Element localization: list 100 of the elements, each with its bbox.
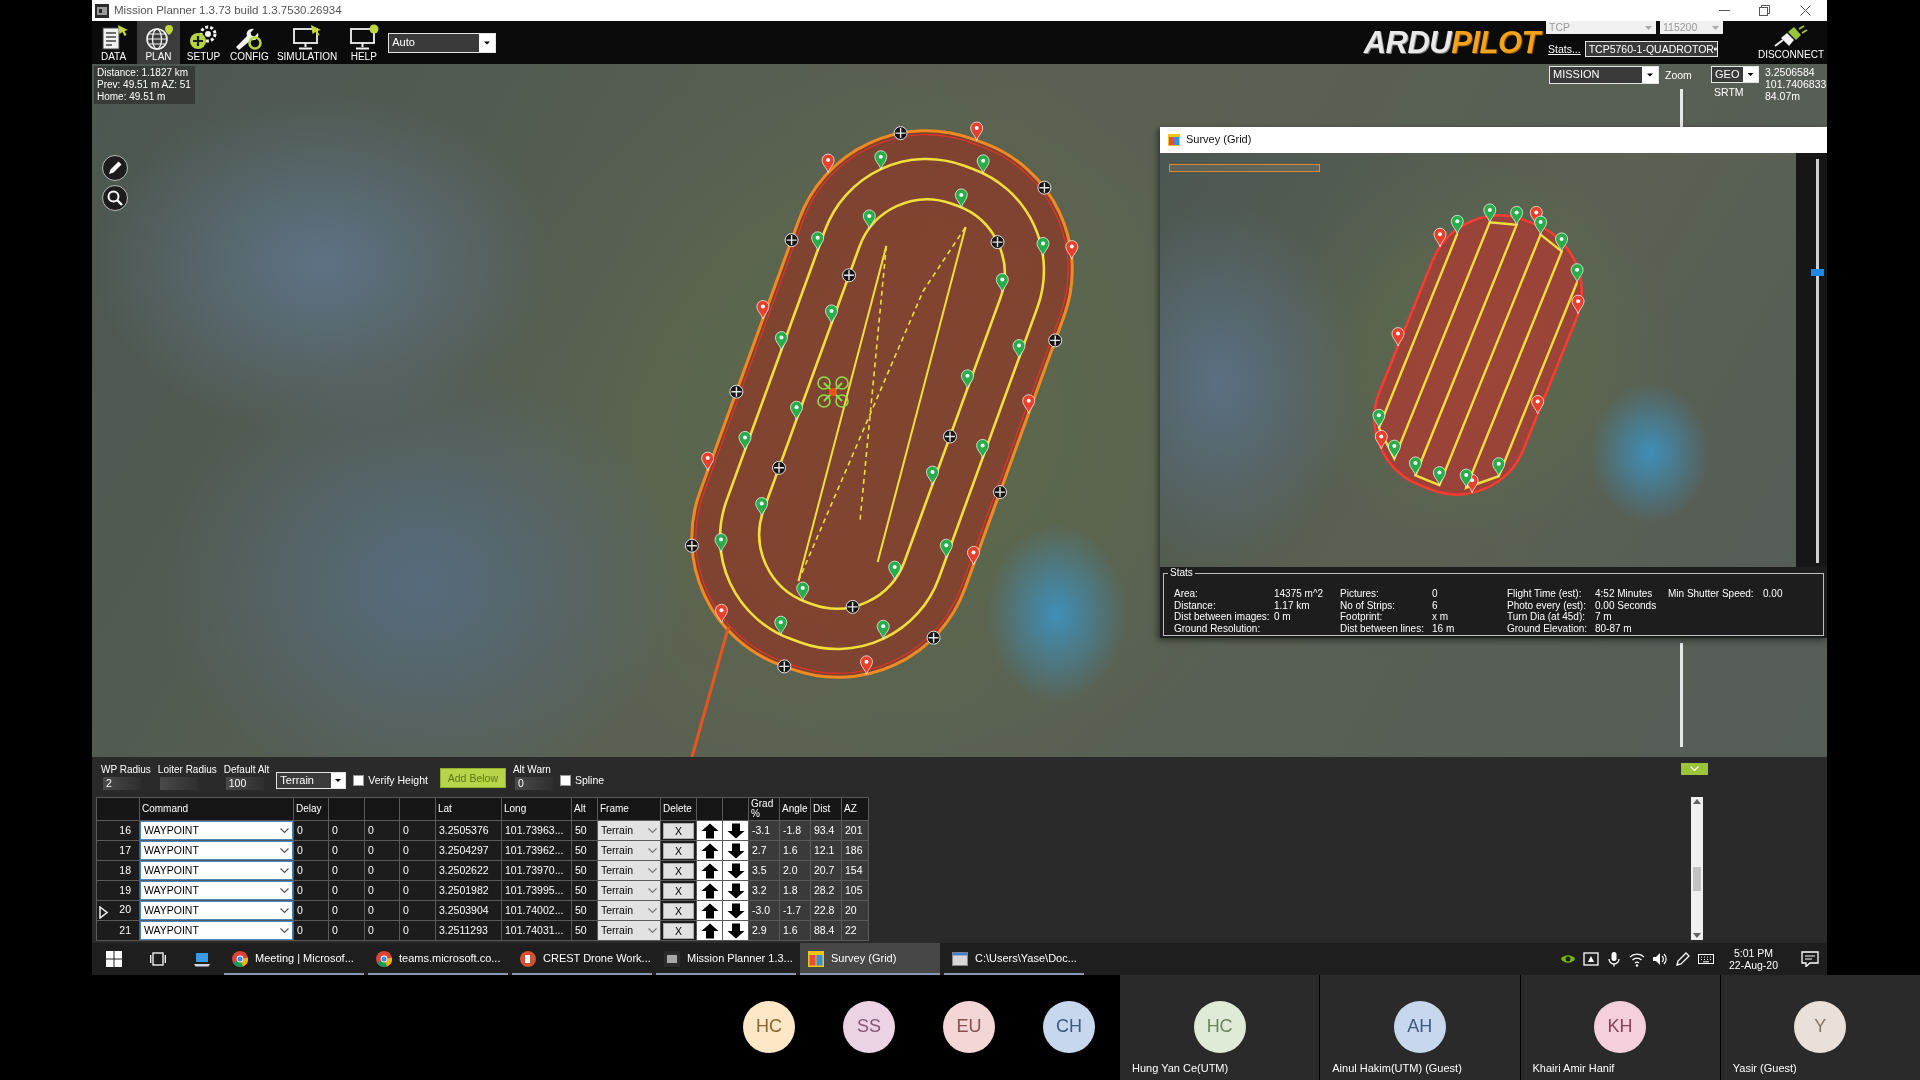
- toolbar-button[interactable]: CONFIG: [227, 21, 272, 64]
- waypoint-pin-icon[interactable]: [888, 560, 902, 580]
- waypoint-pin-icon[interactable]: [1433, 227, 1447, 248]
- waypoint-pin-icon[interactable]: [926, 465, 939, 485]
- waypoint-pin-icon[interactable]: [821, 153, 835, 173]
- crosshair-icon[interactable]: [845, 599, 860, 614]
- waypoint-pin-icon[interactable]: [1012, 339, 1026, 359]
- chevron-down-icon[interactable]: [280, 867, 289, 874]
- row-header[interactable]: 21: [96, 920, 140, 941]
- waypoint-pin-icon[interactable]: [1433, 466, 1446, 486]
- scrollbar[interactable]: [1691, 797, 1703, 940]
- checkbox[interactable]: [559, 774, 571, 786]
- delete-button[interactable]: X: [663, 822, 694, 839]
- delete-button[interactable]: X: [663, 842, 694, 859]
- waypoint-pin-icon[interactable]: [1534, 215, 1547, 235]
- waypoint-pin-icon[interactable]: [1571, 294, 1585, 315]
- chevron-down-icon[interactable]: [280, 827, 289, 834]
- chevron-down-icon[interactable]: [648, 847, 657, 854]
- command-dropdown[interactable]: WAYPOINT: [140, 861, 293, 880]
- crosshair-icon[interactable]: [777, 659, 792, 674]
- scrollbar-thumb[interactable]: [1693, 867, 1701, 891]
- chevron-down-icon[interactable]: [648, 907, 657, 914]
- waypoint-pin-icon[interactable]: [1531, 395, 1545, 415]
- search-icon[interactable]: [102, 185, 128, 211]
- input-field[interactable]: [159, 777, 198, 790]
- waypoint-pin-icon[interactable]: [1555, 232, 1568, 252]
- toolbar-button[interactable]: SIMULATION: [273, 21, 341, 64]
- chevron-down-icon[interactable]: [280, 847, 289, 854]
- crosshair-icon[interactable]: [842, 268, 856, 283]
- waypoint-pin-icon[interactable]: [876, 619, 890, 640]
- taskbar-item[interactable]: CREST Drone Work...: [512, 943, 652, 975]
- waypoint-pin-icon[interactable]: [796, 581, 810, 601]
- toolbar-button[interactable]: PLAN: [137, 21, 180, 64]
- crosshair-icon[interactable]: [1037, 180, 1052, 195]
- row-header[interactable]: 18: [96, 860, 140, 881]
- waypoint-pin-icon[interactable]: [860, 655, 873, 675]
- toolbar-button[interactable]: SETUP: [182, 21, 225, 64]
- clock-date[interactable]: 22-Aug-20: [1728, 959, 1778, 971]
- waypoint-pin-icon[interactable]: [954, 188, 968, 208]
- waypoint-pin-icon[interactable]: [970, 121, 984, 141]
- zoom-slider-track[interactable]: [1680, 643, 1683, 747]
- frame-dropdown[interactable]: Terrain: [276, 772, 347, 789]
- waypoint-pin-icon[interactable]: [1492, 457, 1506, 477]
- vehicle-dropdown[interactable]: TCP5760-1-QUADROTOR: [1584, 41, 1718, 57]
- delete-button[interactable]: X: [663, 862, 694, 879]
- waypoint-pin-icon[interactable]: [1510, 206, 1523, 226]
- command-dropdown[interactable]: WAYPOINT: [140, 881, 293, 900]
- clock-time[interactable]: 5:01 PM: [1733, 947, 1774, 959]
- waypoint-pin-icon[interactable]: [756, 300, 770, 320]
- command-dropdown[interactable]: WAYPOINT: [140, 901, 293, 920]
- slider-thumb[interactable]: [1811, 269, 1824, 277]
- disconnect-button[interactable]: DISCONNECT: [1755, 21, 1827, 64]
- waypoint-pin-icon[interactable]: [701, 451, 715, 471]
- delete-button[interactable]: X: [663, 882, 694, 899]
- waypoint-pin-icon[interactable]: [738, 431, 752, 451]
- frame-dropdown[interactable]: Terrain: [598, 821, 660, 840]
- crosshair-icon[interactable]: [772, 460, 786, 475]
- taskbar-item[interactable]: teams.microsoft.co...: [368, 943, 508, 975]
- waypoint-pin-icon[interactable]: [1372, 408, 1386, 429]
- input-field[interactable]: 2: [103, 777, 141, 790]
- chevron-down-icon[interactable]: [280, 907, 289, 914]
- waypoint-pin-icon[interactable]: [976, 154, 990, 174]
- crosshair-icon[interactable]: [990, 235, 1005, 250]
- waypoint-pin-icon[interactable]: [714, 533, 728, 553]
- row-header[interactable]: 19: [96, 880, 140, 901]
- waypoint-pin-icon[interactable]: [939, 538, 953, 559]
- waypoint-pin-icon[interactable]: [1391, 327, 1405, 347]
- crosshair-icon[interactable]: [943, 429, 957, 444]
- input-field[interactable]: 100: [225, 777, 264, 790]
- waypoint-pin-icon[interactable]: [825, 304, 838, 324]
- row-header[interactable]: 20: [96, 900, 140, 921]
- crosshair-icon[interactable]: [1048, 333, 1063, 348]
- speaker-icon[interactable]: [1651, 951, 1668, 967]
- keyboard-icon[interactable]: [1697, 951, 1714, 967]
- waypoint-pin-icon[interactable]: [1450, 214, 1464, 235]
- chevron-down-icon[interactable]: [280, 887, 289, 894]
- pencil-icon[interactable]: [102, 155, 128, 181]
- arrow-up-icon[interactable]: [1693, 799, 1701, 804]
- waypoint-pin-icon[interactable]: [1570, 263, 1584, 283]
- taskbar-item[interactable]: Mission Planner 1.3...: [656, 943, 796, 975]
- input-field[interactable]: 0: [514, 777, 553, 790]
- waypoint-pin-icon[interactable]: [1483, 203, 1497, 223]
- checkbox[interactable]: [353, 774, 365, 786]
- waypoint-pin-icon[interactable]: [775, 331, 788, 351]
- waypoint-pin-icon[interactable]: [1374, 430, 1388, 450]
- crosshair-icon[interactable]: [893, 126, 908, 141]
- waypoint-pin-icon[interactable]: [774, 615, 788, 636]
- stats-link[interactable]: Stats...: [1548, 42, 1581, 56]
- row-header[interactable]: 16: [96, 820, 140, 841]
- waypoint-pin-icon[interactable]: [1409, 456, 1422, 476]
- command-dropdown[interactable]: WAYPOINT: [140, 841, 293, 860]
- mode-dropdown[interactable]: Auto: [388, 32, 497, 53]
- microphone-icon[interactable]: [1605, 951, 1622, 967]
- waypoint-pin-icon[interactable]: [790, 400, 803, 421]
- waypoint-pin-icon[interactable]: [1022, 394, 1036, 414]
- chevron-down-icon[interactable]: [648, 927, 657, 934]
- frame-dropdown[interactable]: Terrain: [598, 921, 660, 940]
- toolbar-button[interactable]: DATA: [92, 21, 135, 64]
- chevron-down-icon[interactable]: [648, 887, 657, 894]
- layer-dropdown[interactable]: MISSION: [1549, 66, 1659, 84]
